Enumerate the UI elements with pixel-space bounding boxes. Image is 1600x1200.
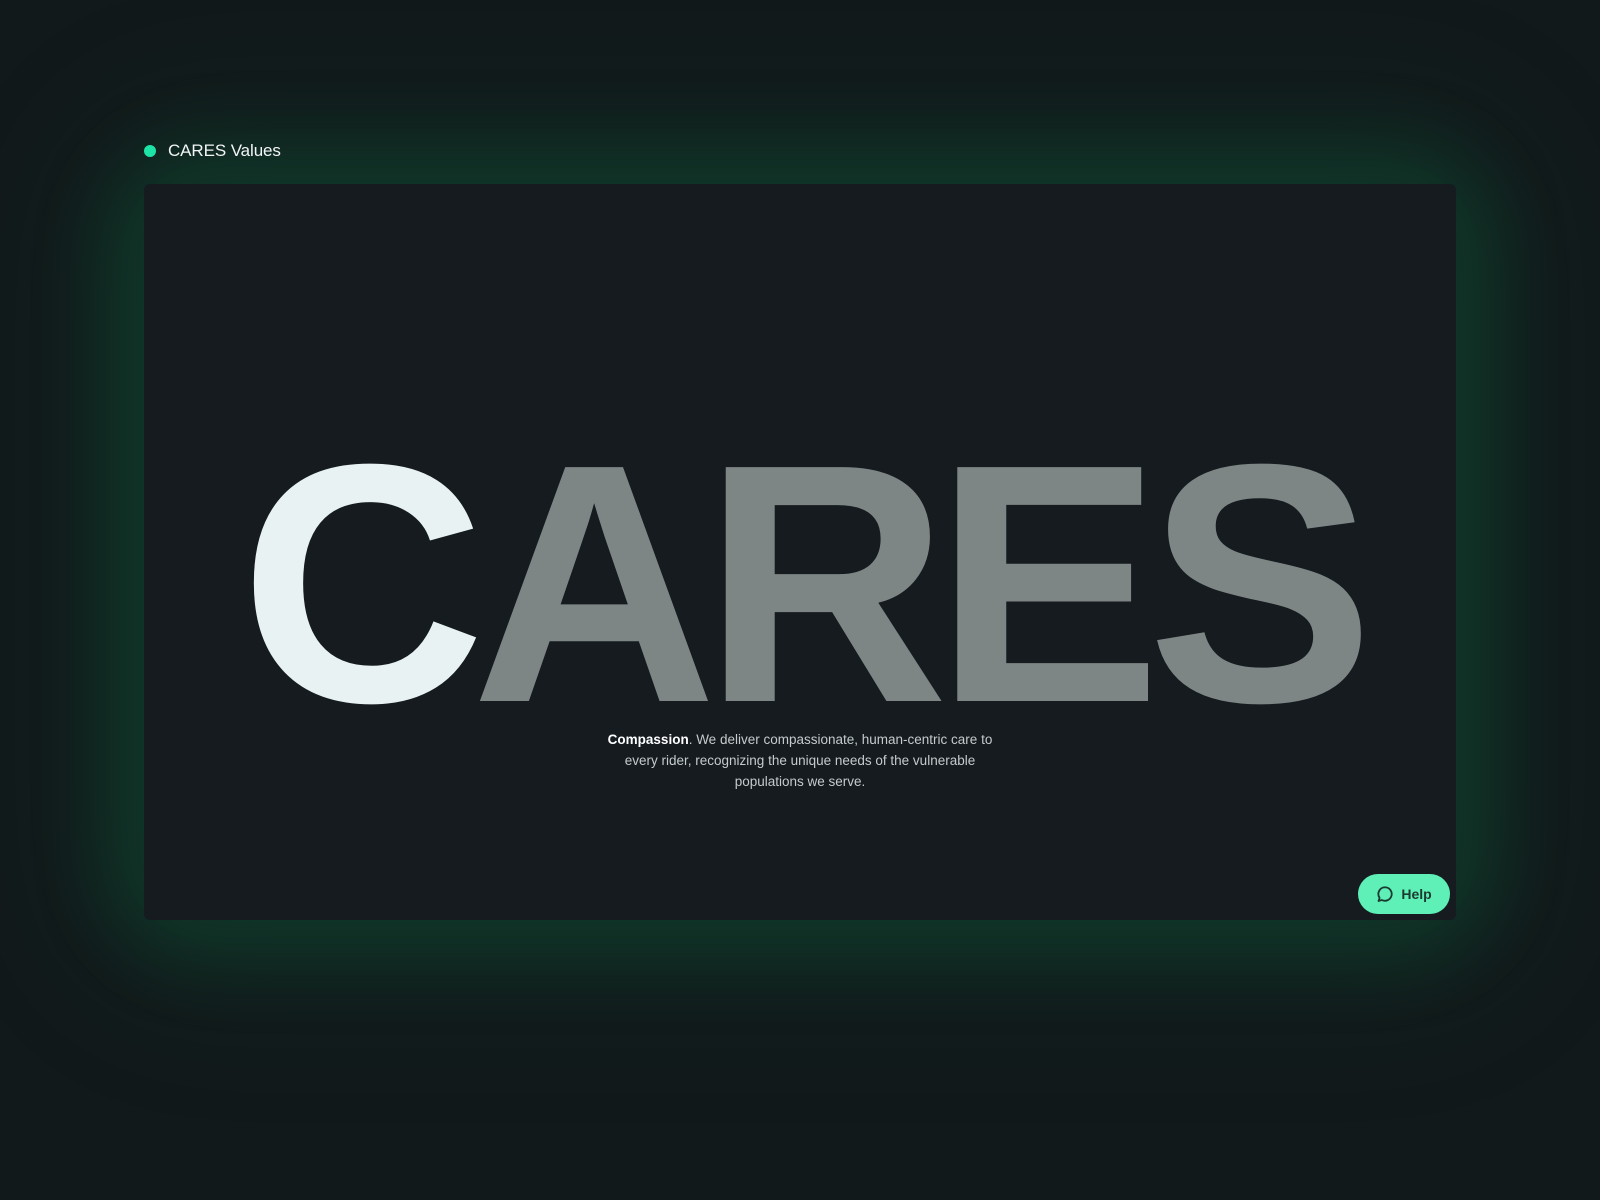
letter-s[interactable]: S bbox=[1147, 414, 1374, 754]
value-description: Compassion. We deliver compassionate, hu… bbox=[600, 729, 1000, 792]
value-name: Compassion bbox=[607, 732, 689, 747]
section-header: CARES Values bbox=[144, 140, 281, 162]
letter-c[interactable]: C bbox=[240, 414, 486, 754]
letter-r[interactable]: R bbox=[703, 414, 949, 754]
letter-a[interactable]: A bbox=[471, 414, 717, 754]
section-title: CARES Values bbox=[168, 141, 281, 160]
help-button[interactable]: Help bbox=[1358, 874, 1450, 914]
status-dot-icon bbox=[144, 145, 156, 157]
chat-bubble-icon bbox=[1377, 886, 1393, 902]
letter-e[interactable]: E bbox=[935, 414, 1162, 754]
cares-wordmark: CARES bbox=[144, 414, 1456, 754]
values-card: CARES Compassion. We deliver compassiona… bbox=[144, 184, 1456, 920]
help-label: Help bbox=[1401, 886, 1432, 902]
